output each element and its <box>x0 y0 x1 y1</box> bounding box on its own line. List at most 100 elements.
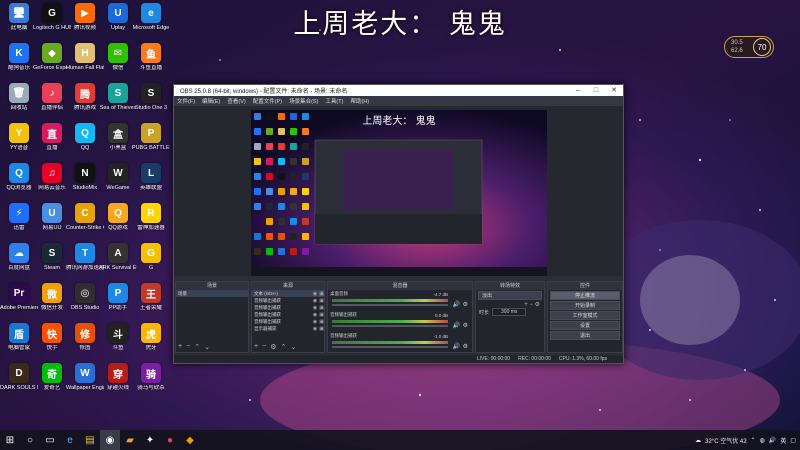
transition-settings-icon[interactable]: ⚙ <box>535 302 540 308</box>
app-icon: A <box>108 243 128 263</box>
add-source-icon[interactable]: + <box>254 343 258 351</box>
mixer-channel: 音频输出捕获 -1.0 dB 🔊 ⚙ <box>330 333 470 353</box>
edge-icon[interactable]: e <box>60 430 80 450</box>
app-icon: D <box>9 363 29 383</box>
preview-icon <box>302 143 309 150</box>
source-item[interactable]: 显示器捕获 ◉ ▣ <box>252 325 324 332</box>
preview-icon <box>254 173 261 180</box>
lock-icon[interactable]: ▣ <box>319 298 324 304</box>
weather-icon[interactable]: ☁ <box>695 437 701 444</box>
windows-start-icon[interactable]: ⊞ <box>0 430 20 450</box>
explorer-icon[interactable]: ▤ <box>80 430 100 450</box>
network-icon[interactable]: ◍ <box>760 437 765 444</box>
search-icon[interactable]: ○ <box>20 430 40 450</box>
move-down-icon[interactable]: ⌄ <box>204 343 210 351</box>
menu-item[interactable]: 帮助(H) <box>350 97 369 105</box>
control-button[interactable]: 设置 <box>550 321 620 330</box>
control-button[interactable]: 退出 <box>550 331 620 340</box>
remove-scene-icon[interactable]: − <box>186 343 190 351</box>
volume-fader[interactable] <box>332 346 448 348</box>
add-scene-icon[interactable]: + <box>178 343 182 351</box>
menu-item[interactable]: 文件(F) <box>177 97 195 105</box>
obs-title-bar[interactable]: OBS 25.0.8 (64-bit, windows) - 配置文件: 未命名… <box>174 85 623 96</box>
app-icon: N <box>75 163 95 183</box>
maximize-icon[interactable]: □ <box>587 85 605 96</box>
mute-icon[interactable]: 🔊 <box>453 301 460 308</box>
windows-taskbar: ⊞ ○ ▭ e ▤ ◉ ▰ ✦ ● ◆ ☁ 32°C 空气优 42 ⌃ ◍ 🔊 … <box>0 430 800 450</box>
preview-icon <box>278 203 285 210</box>
lock-icon[interactable]: ▣ <box>319 312 324 318</box>
app-icon: 🗑 <box>9 83 29 103</box>
visibility-icon[interactable]: ◉ <box>313 298 317 304</box>
obs-preview-canvas[interactable]: 上周老大： 鬼鬼 <box>251 110 547 276</box>
remove-transition-icon[interactable]: − <box>529 302 533 308</box>
app-icon: 鱼 <box>141 43 161 63</box>
move-up-icon[interactable]: ⌃ <box>280 343 286 351</box>
move-down-icon[interactable]: ⌄ <box>290 343 296 351</box>
preview-icon <box>254 188 261 195</box>
lock-icon[interactable]: ▣ <box>319 326 324 332</box>
menu-item[interactable]: 编辑(E) <box>202 97 220 105</box>
app2-icon[interactable]: ◆ <box>180 430 200 450</box>
lock-icon[interactable]: ▣ <box>319 319 324 325</box>
visibility-icon[interactable]: ◉ <box>313 305 317 311</box>
obs-icon[interactable]: ◉ <box>100 430 120 450</box>
obs-window[interactable]: OBS 25.0.8 (64-bit, windows) - 配置文件: 未命名… <box>173 84 624 364</box>
menu-item[interactable]: 配置文件(P) <box>253 97 282 105</box>
chevron-up-icon[interactable]: ⌃ <box>751 437 756 444</box>
volume-fader[interactable] <box>332 325 448 327</box>
source-item-label: 音频输出捕获 <box>254 304 281 310</box>
desktop-icon-label: 斗鱼直播 <box>139 65 162 71</box>
game-icon[interactable]: ✦ <box>140 430 160 450</box>
preview-icon <box>266 233 273 240</box>
menu-item[interactable]: 工具(T) <box>325 97 343 105</box>
source-item[interactable]: 音频输出捕获 ◉ ▣ <box>252 297 324 304</box>
visibility-icon[interactable]: ◉ <box>313 312 317 318</box>
folder-icon[interactable]: ▰ <box>120 430 140 450</box>
desktop-icon[interactable]: 骑骑马与砍杀 <box>132 360 170 406</box>
remove-source-icon[interactable]: − <box>262 343 266 351</box>
source-item[interactable]: 音频输出捕获 ◉ ▣ <box>252 318 324 325</box>
channel-settings-icon[interactable]: ⚙ <box>463 343 468 350</box>
mixer-channels: 桌面音频 -4.7 dB 🔊 ⚙ 音频输出捕获 0.0 dB 🔊 ⚙ 音频输出捕获 -1.0 dB… <box>328 291 472 353</box>
control-button[interactable]: 工作室模式 <box>550 311 620 320</box>
source-item[interactable]: 音频输出捕获 ◉ ▣ <box>252 311 324 318</box>
menu-item[interactable]: 场景集合(S) <box>289 97 318 105</box>
volume-icon[interactable]: 🔊 <box>769 437 776 444</box>
control-button[interactable]: 停止推流 <box>550 291 620 300</box>
close-icon[interactable]: ✕ <box>605 85 623 96</box>
desktop-icon-label: 骑马与砍杀 <box>137 385 165 391</box>
app-icon: 奇 <box>42 363 62 383</box>
controls-dock: 控件 停止推流 开始录制 工作室模式 设置 退出 <box>547 281 623 353</box>
app-icon[interactable]: ● <box>160 430 180 450</box>
notification-icon[interactable]: ▢ <box>790 437 796 444</box>
lock-icon[interactable]: ▣ <box>319 291 324 297</box>
scene-item[interactable]: 场景 <box>176 290 248 297</box>
control-button[interactable]: 开始录制 <box>550 301 620 310</box>
menu-item[interactable]: 查看(V) <box>227 97 245 105</box>
mute-icon[interactable]: 🔊 <box>453 322 460 329</box>
task-view-icon[interactable]: ▭ <box>40 430 60 450</box>
channel-settings-icon[interactable]: ⚙ <box>463 322 468 329</box>
minimize-icon[interactable]: – <box>569 85 587 96</box>
volume-fader[interactable] <box>332 304 448 306</box>
weather-text[interactable]: 32°C 空气优 42 <box>705 436 746 445</box>
input-method-icon[interactable]: 英 <box>780 436 786 445</box>
lock-icon[interactable]: ▣ <box>319 305 324 311</box>
app-icon: P <box>141 123 161 143</box>
move-up-icon[interactable]: ⌃ <box>194 343 200 351</box>
source-settings-icon[interactable]: ⚙ <box>270 343 276 351</box>
channel-settings-icon[interactable]: ⚙ <box>463 301 468 308</box>
visibility-icon[interactable]: ◉ <box>313 291 317 297</box>
duration-input[interactable]: 300 ms <box>492 308 527 316</box>
app-icon: 直 <box>42 123 62 143</box>
obs-preview-area[interactable]: 上周老大： 鬼鬼 <box>174 106 623 276</box>
source-item[interactable]: 音频输出捕获 ◉ ▣ <box>252 304 324 311</box>
mixer-channel-volume: -1.0 dB <box>433 334 448 339</box>
mute-icon[interactable]: 🔊 <box>453 343 460 350</box>
visibility-icon[interactable]: ◉ <box>313 319 317 325</box>
transition-add-remove: + − ⚙ <box>476 301 544 308</box>
visibility-icon[interactable]: ◉ <box>313 326 317 332</box>
source-item[interactable]: 文本 (GDI+) ◉ ▣ <box>252 290 324 297</box>
transition-type-select[interactable]: 淡出 <box>478 291 542 300</box>
